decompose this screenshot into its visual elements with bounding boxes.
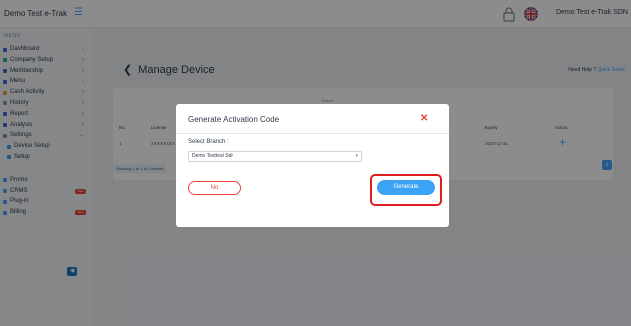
- branch-select[interactable]: Demo Testtest Sdr ▾: [188, 151, 362, 162]
- close-icon[interactable]: ✕: [420, 114, 428, 124]
- generate-activation-modal: Generate Activation Code ✕ Select Branch…: [176, 104, 449, 227]
- modal-title: Generate Activation Code: [188, 115, 280, 124]
- no-button[interactable]: No: [188, 181, 241, 195]
- modal-header: Generate Activation Code ✕: [176, 104, 449, 134]
- branch-label: Select Branch :: [188, 139, 229, 145]
- branch-select-value: Demo Testtest Sdr: [192, 153, 234, 159]
- chevron-down-icon: ▾: [355, 153, 358, 159]
- generate-button[interactable]: Generate: [377, 180, 435, 195]
